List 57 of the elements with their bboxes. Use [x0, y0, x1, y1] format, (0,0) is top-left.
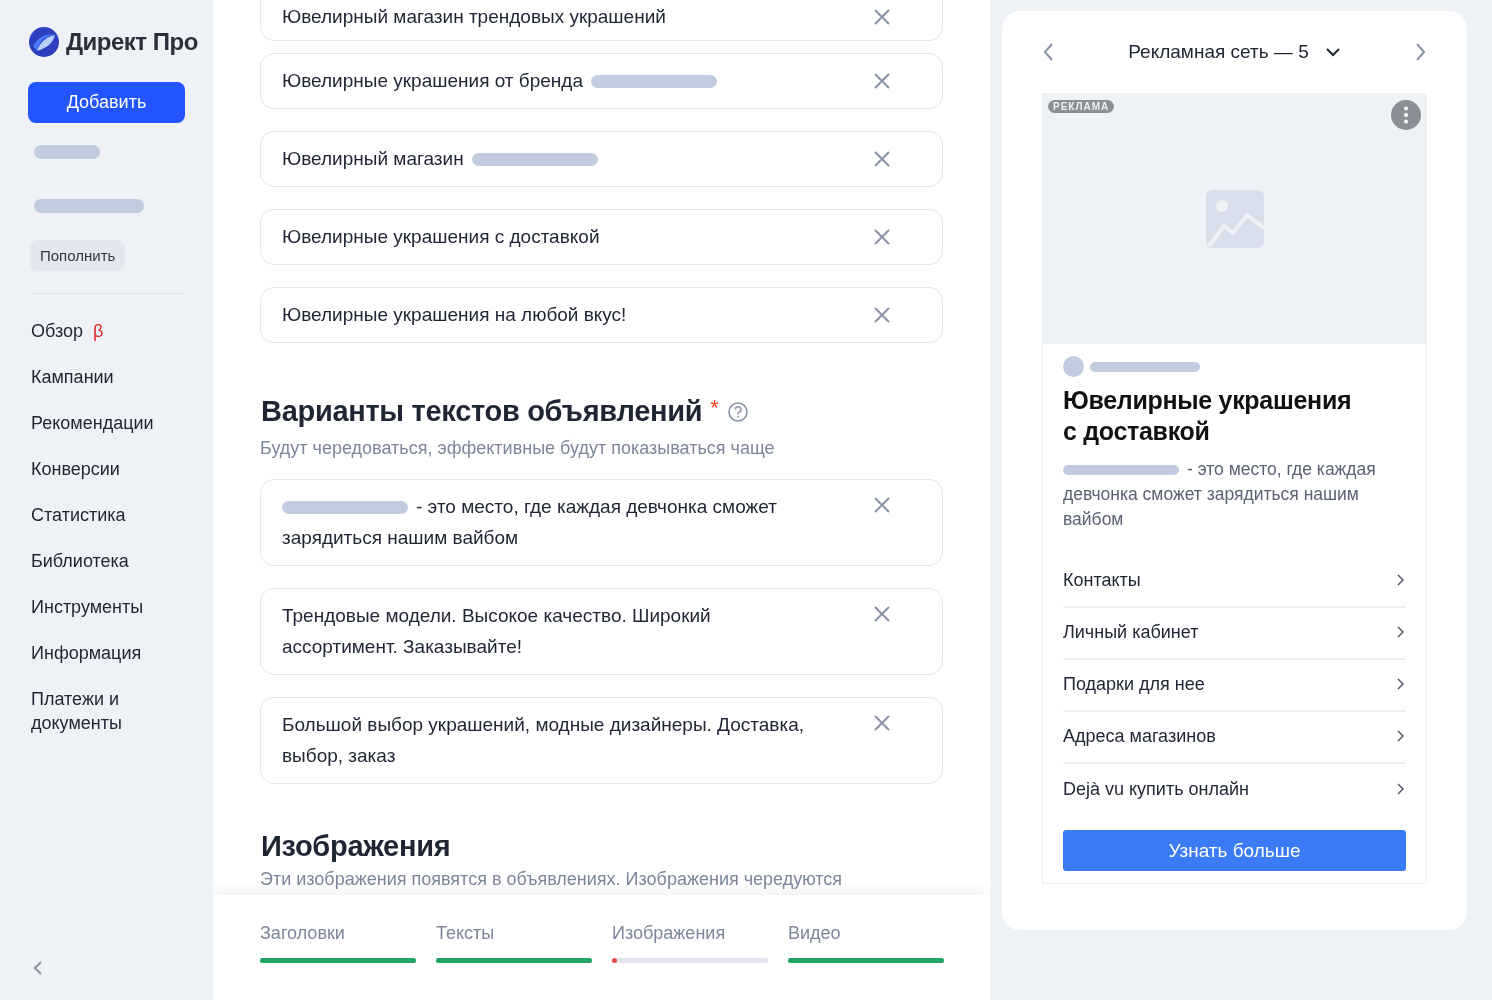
logo-icon	[28, 26, 60, 58]
nav-item[interactable]: Конверсии	[31, 446, 171, 492]
placeholder-bar	[34, 145, 100, 159]
close-icon[interactable]	[872, 227, 892, 247]
ad-text: - это место, где каждая	[1187, 458, 1376, 481]
close-icon[interactable]	[872, 604, 892, 624]
section-title: Изображения	[261, 830, 451, 863]
add-button[interactable]: Добавить	[28, 82, 185, 123]
close-icon[interactable]	[872, 149, 892, 169]
nav-item[interactable]: Обзор β	[31, 308, 171, 354]
close-icon[interactable]	[872, 305, 892, 325]
network-dropdown[interactable]: Рекламная сеть — 5	[1128, 41, 1341, 63]
progress-tab[interactable]: Заголовки	[260, 923, 416, 1000]
section-subtitle: Будут чередоваться, эффективные будут показываться чаще	[260, 438, 776, 459]
ad-text: девчонка сможет зарядиться нашим вайбом	[1063, 483, 1360, 531]
previous-icon[interactable]	[1042, 42, 1055, 62]
nav-item[interactable]: Инструменты	[31, 584, 171, 630]
site-link[interactable]: Подарки для нее	[1063, 660, 1406, 712]
help-icon[interactable]	[726, 400, 749, 423]
progress-tab[interactable]: Видео	[788, 923, 944, 1000]
close-icon[interactable]	[872, 71, 892, 91]
nav-item[interactable]: Информация	[31, 630, 171, 676]
learn-more-button[interactable]: Узнать больше	[1063, 830, 1406, 871]
progress-tab[interactable]: Изображения	[612, 923, 768, 1000]
more-icon[interactable]	[1391, 100, 1421, 130]
site-link[interactable]: Адреса магазинов	[1063, 712, 1406, 764]
section-subtitle: Эти изображения появятся в объявлениях. Изображения чередуются	[260, 869, 844, 890]
progress-tab[interactable]: Тексты	[436, 923, 592, 1000]
site-link[interactable]: Личный кабинет	[1063, 608, 1406, 660]
ad-headline: Ювелирные украшения с доставкой	[1063, 385, 1353, 447]
nav-item[interactable]: Рекомендации	[31, 400, 171, 446]
headline-field[interactable]: Ювелирные украшения с доставкой	[260, 209, 943, 265]
top-up-button[interactable]: Пополнить	[30, 240, 126, 271]
nav-item[interactable]: Библиотека	[31, 538, 171, 584]
ad-label: РЕКЛАМА	[1048, 100, 1115, 113]
headline-field[interactable]: Ювелирный магазин трендовых украшений	[260, 0, 943, 41]
site-link[interactable]: Контакты	[1063, 556, 1406, 608]
beta-label: β	[93, 321, 104, 341]
headline-field[interactable]: Ювелирные украшения от бренда	[260, 53, 943, 109]
nav-item[interactable]: Кампании	[31, 354, 171, 400]
headline-field[interactable]: Ювелирные украшения на любой вкус!	[260, 287, 943, 343]
text-field[interactable]: Трендовые модели. Высокое качество. Широкий ассортимент. Заказывайте!	[260, 588, 943, 675]
avatar-placeholder	[1063, 356, 1084, 377]
next-icon[interactable]	[1414, 42, 1427, 62]
nav-item[interactable]: Платежи и документы	[31, 676, 171, 746]
text-field[interactable]: - это место, где каждая девчонка сможет зарядиться нашим вайбом	[260, 479, 943, 566]
headline-field[interactable]: Ювелирный магазин	[260, 131, 943, 187]
section-title: Варианты текстов объявлений	[261, 395, 703, 428]
close-icon[interactable]	[872, 495, 892, 515]
nav-item[interactable]: Статистика	[31, 492, 171, 538]
site-link[interactable]: Dejà vu купить онлайн	[1063, 764, 1406, 816]
logo-text: Директ Про	[66, 28, 198, 56]
chevron-down-icon	[1324, 46, 1341, 58]
close-icon[interactable]	[872, 713, 892, 733]
close-icon[interactable]	[872, 7, 892, 27]
text-field[interactable]: Большой выбор украшений, модные дизайнеры. Доставка, выбор, заказ	[260, 697, 943, 784]
required-mark: *	[710, 395, 719, 421]
